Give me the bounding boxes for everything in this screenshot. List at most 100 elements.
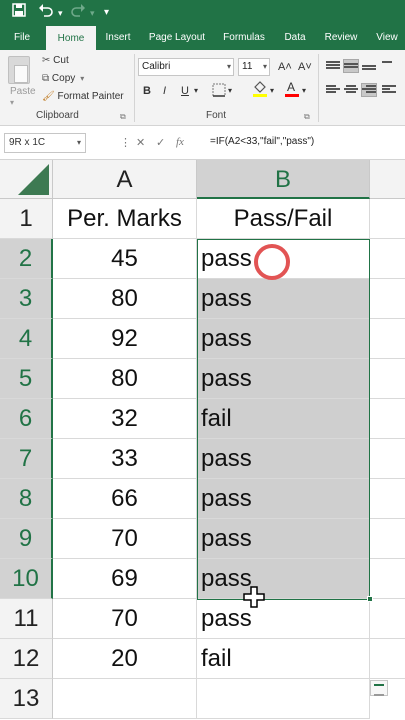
bold-button[interactable]: B xyxy=(143,84,151,98)
align-left-icon[interactable] xyxy=(326,84,340,96)
underline-button[interactable]: U xyxy=(181,84,189,98)
cell-b7[interactable]: pass xyxy=(197,439,370,479)
cell-c1[interactable] xyxy=(370,199,405,239)
cell-a5[interactable]: 80 xyxy=(53,359,197,399)
cell-a3[interactable]: 80 xyxy=(53,279,197,319)
decrease-indent-icon[interactable] xyxy=(382,84,396,96)
cell-b8[interactable]: pass xyxy=(197,479,370,519)
cell-a12[interactable]: 20 xyxy=(53,639,197,679)
quick-analysis-icon[interactable] xyxy=(370,680,388,696)
copy-dropdown-icon[interactable]: ▾ xyxy=(78,74,84,83)
enter-icon[interactable]: ✓ xyxy=(156,136,165,149)
tab-data[interactable]: Data xyxy=(280,26,310,50)
redo-dropdown-icon[interactable]: ▾ xyxy=(90,3,95,23)
save-icon[interactable] xyxy=(12,3,26,23)
borders-button[interactable] xyxy=(212,83,226,101)
fill-color-button[interactable] xyxy=(252,80,268,102)
cell-a9[interactable]: 70 xyxy=(53,519,197,559)
cell-c7[interactable] xyxy=(370,439,405,479)
cell-b1[interactable]: Pass/Fail xyxy=(197,199,370,239)
fill-color-dropdown-icon[interactable]: ▾ xyxy=(270,84,274,98)
cell-a13[interactable] xyxy=(53,679,197,719)
row-header[interactable]: 2 xyxy=(0,239,53,279)
align-center-icon[interactable] xyxy=(344,84,358,96)
cell-b3[interactable]: pass xyxy=(197,279,370,319)
cell-b6[interactable]: fail xyxy=(197,399,370,439)
tab-insert[interactable]: Insert xyxy=(100,26,136,50)
underline-dropdown-icon[interactable]: ▾ xyxy=(194,84,198,98)
cell-c3[interactable] xyxy=(370,279,405,319)
tab-formulas[interactable]: Formulas xyxy=(218,26,270,50)
cell-c6[interactable] xyxy=(370,399,405,439)
cell-c2[interactable] xyxy=(370,239,405,279)
align-right-icon[interactable] xyxy=(361,83,377,97)
row-header[interactable]: 9 xyxy=(0,519,53,559)
customize-qat-icon[interactable]: ▾ xyxy=(104,3,109,23)
font-size-select[interactable]: 11 ▾ xyxy=(238,58,270,76)
tab-review[interactable]: Review xyxy=(320,26,362,50)
top-align-icon[interactable] xyxy=(326,60,340,72)
redo-icon[interactable] xyxy=(70,3,86,23)
paste-icon[interactable] xyxy=(8,56,30,84)
cell-c12[interactable] xyxy=(370,639,405,679)
cell-b13[interactable] xyxy=(197,679,370,719)
cell-a1[interactable]: Per. Marks xyxy=(53,199,197,239)
bottom-align-icon[interactable] xyxy=(362,60,376,72)
tab-view[interactable]: View xyxy=(372,26,402,50)
cell-a10[interactable]: 69 xyxy=(53,559,197,599)
row-header[interactable]: 8 xyxy=(0,479,53,519)
row-header[interactable]: 7 xyxy=(0,439,53,479)
borders-dropdown-icon[interactable]: ▾ xyxy=(228,84,232,98)
cell-b9[interactable]: pass xyxy=(197,519,370,559)
tab-page-layout[interactable]: Page Layout xyxy=(146,26,208,50)
row-header[interactable]: 13 xyxy=(0,679,53,719)
cell-c11[interactable] xyxy=(370,599,405,639)
row-header[interactable]: 11 xyxy=(0,599,53,639)
italic-button[interactable]: I xyxy=(163,84,166,98)
font-color-dropdown-icon[interactable]: ▾ xyxy=(302,84,306,98)
paste-dropdown-icon[interactable]: ▾ xyxy=(10,96,14,110)
undo-dropdown-icon[interactable]: ▾ xyxy=(58,3,63,23)
tab-home[interactable]: Home xyxy=(46,26,96,50)
cell-c4[interactable] xyxy=(370,319,405,359)
undo-icon[interactable] xyxy=(38,3,54,23)
row-header[interactable]: 4 xyxy=(0,319,53,359)
cell-c5[interactable] xyxy=(370,359,405,399)
cell-a8[interactable]: 66 xyxy=(53,479,197,519)
column-header-a[interactable]: A xyxy=(53,160,197,199)
cell-b10[interactable]: pass xyxy=(197,559,370,599)
row-header[interactable]: 6 xyxy=(0,399,53,439)
font-name-select[interactable]: Calibri ▾ xyxy=(138,58,234,76)
row-header[interactable]: 3 xyxy=(0,279,53,319)
row-header[interactable]: 1 xyxy=(0,199,53,239)
cell-c9[interactable] xyxy=(370,519,405,559)
orientation-icon[interactable] xyxy=(382,60,396,72)
fill-handle[interactable] xyxy=(367,596,373,602)
font-dialog-launcher-icon[interactable]: ⧉ xyxy=(304,112,310,122)
row-header[interactable]: 12 xyxy=(0,639,53,679)
format-painter-button[interactable]: 🖌 Format Painter xyxy=(42,90,124,104)
column-header-b[interactable]: B xyxy=(197,160,370,199)
cell-c8[interactable] xyxy=(370,479,405,519)
copy-button[interactable]: ⧉ Copy ▾ xyxy=(42,72,84,86)
cancel-icon[interactable]: ✕ xyxy=(136,136,145,149)
font-color-button[interactable]: A xyxy=(284,80,300,102)
cell-c10[interactable] xyxy=(370,559,405,599)
cell-b4[interactable]: pass xyxy=(197,319,370,359)
worksheet-grid[interactable]: A B 1 2 3 4 5 6 7 8 9 10 11 12 13 Per. M… xyxy=(0,160,405,720)
column-header-c[interactable] xyxy=(370,160,405,199)
cell-a6[interactable]: 32 xyxy=(53,399,197,439)
cell-a7[interactable]: 33 xyxy=(53,439,197,479)
name-box[interactable]: 9R x 1C ▾ xyxy=(4,133,86,153)
select-all-button[interactable] xyxy=(0,160,53,199)
cell-a11[interactable]: 70 xyxy=(53,599,197,639)
cell-a2[interactable]: 45 xyxy=(53,239,197,279)
cut-button[interactable]: ✂ Cut xyxy=(42,54,69,68)
insert-function-icon[interactable]: fx xyxy=(176,136,184,148)
clipboard-dialog-launcher-icon[interactable]: ⧉ xyxy=(120,112,126,122)
cell-b5[interactable]: pass xyxy=(197,359,370,399)
middle-align-icon[interactable] xyxy=(343,59,359,73)
more-options-icon[interactable]: ⋮ xyxy=(120,136,131,149)
formula-input[interactable]: =IF(A2<33,"fail","pass") xyxy=(210,136,314,147)
row-header[interactable]: 5 xyxy=(0,359,53,399)
